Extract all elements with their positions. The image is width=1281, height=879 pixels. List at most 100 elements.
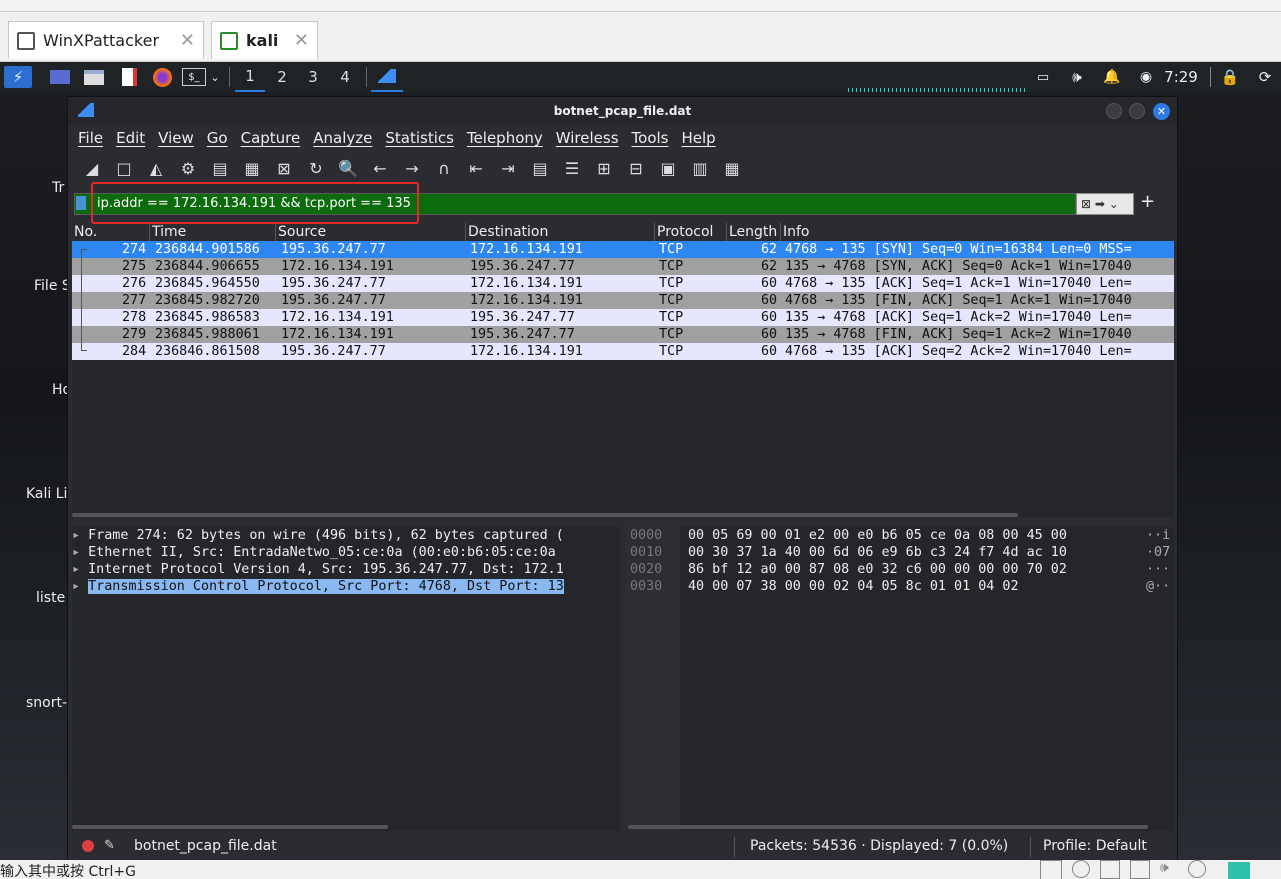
menu-file[interactable]: File bbox=[78, 129, 103, 147]
desktop-icon-listener[interactable]: liste bbox=[36, 590, 65, 606]
detail-frame[interactable]: ▸ Frame 274: 62 bytes on wire (496 bits)… bbox=[72, 527, 620, 544]
desktop-icon-snort[interactable]: snort- bbox=[26, 695, 67, 711]
wireshark-taskbar-icon[interactable] bbox=[371, 62, 403, 92]
byte-ascii[interactable]: @·· bbox=[1146, 578, 1170, 595]
detail-tcp[interactable]: ▸ Transmission Control Protocol, Src Por… bbox=[72, 578, 620, 595]
column-no[interactable]: No. bbox=[72, 223, 150, 241]
menu-go[interactable]: Go bbox=[207, 129, 228, 147]
desktop-icon-filesystem[interactable]: File S bbox=[34, 278, 71, 294]
logout-icon[interactable]: ⟳ bbox=[1255, 66, 1275, 88]
packet-row[interactable]: 275 236844.906655 172.16.134.191 195.36.247… bbox=[72, 258, 1174, 275]
resize-columns-icon[interactable]: ▥ bbox=[688, 156, 712, 180]
last-packet-icon[interactable]: ⇥ bbox=[496, 156, 520, 180]
packet-row[interactable]: 274 236844.901586 195.36.247.77 172.16.134.… bbox=[72, 241, 1174, 258]
bookmark-icon[interactable] bbox=[76, 196, 86, 210]
display-icon[interactable]: ▭ bbox=[1034, 66, 1052, 88]
horizontal-scrollbar[interactable] bbox=[72, 825, 388, 829]
close-icon[interactable]: ✕ bbox=[294, 30, 309, 51]
reload-file-icon[interactable]: ↻ bbox=[304, 156, 328, 180]
network-icon[interactable] bbox=[1100, 860, 1120, 879]
go-to-packet-icon[interactable]: ∩ bbox=[432, 156, 456, 180]
desktop-icon[interactable] bbox=[48, 66, 72, 88]
terminal-icon[interactable]: $_ bbox=[182, 68, 206, 86]
capture-options-icon[interactable]: ⚙ bbox=[176, 156, 200, 180]
pane-splitter[interactable] bbox=[72, 517, 1174, 527]
desktop-icon-trash[interactable]: Tr bbox=[52, 180, 64, 196]
autoscroll-icon[interactable]: ▤ bbox=[528, 156, 552, 180]
menu-analyze[interactable]: Analyze bbox=[313, 129, 372, 147]
first-packet-icon[interactable]: ⇤ bbox=[464, 156, 488, 180]
menu-capture[interactable]: Capture bbox=[241, 129, 301, 147]
menu-telephony[interactable]: Telephony bbox=[467, 129, 543, 147]
kali-menu-icon[interactable]: ⚡ bbox=[4, 66, 32, 88]
printer-icon[interactable] bbox=[1130, 860, 1150, 879]
firefox-icon[interactable] bbox=[150, 66, 174, 88]
edit-comment-icon[interactable]: ✎ bbox=[104, 838, 115, 853]
packet-row[interactable]: 277 236845.982720 195.36.247.77 172.16.134.… bbox=[72, 292, 1174, 309]
column-length[interactable]: Length bbox=[727, 223, 781, 241]
detail-ethernet[interactable]: ▸ Ethernet II, Src: EntradaNetwo_05:ce:0… bbox=[72, 544, 620, 561]
workspace-1[interactable]: 1 bbox=[235, 62, 265, 92]
normal-size-icon[interactable]: ▣ bbox=[656, 156, 680, 180]
zoom-in-icon[interactable]: ⊞ bbox=[592, 156, 616, 180]
go-back-icon[interactable]: ← bbox=[368, 156, 392, 180]
byte-hex[interactable]: 00 05 69 00 01 e2 00 e0 b6 05 ce 0a 08 0… bbox=[688, 527, 1067, 544]
device-icon[interactable] bbox=[1188, 860, 1206, 878]
power-status-icon[interactable]: ◉ bbox=[1137, 66, 1155, 88]
save-file-icon[interactable]: ▦ bbox=[240, 156, 264, 180]
chevron-down-icon[interactable]: ⌄ bbox=[208, 66, 222, 88]
column-time[interactable]: Time bbox=[150, 223, 276, 241]
stop-capture-icon[interactable]: □ bbox=[112, 156, 136, 180]
status-profile[interactable]: Profile: Default bbox=[1043, 838, 1147, 854]
device-icon[interactable] bbox=[1040, 860, 1062, 879]
packet-row[interactable]: 278 236845.986583 172.16.134.191 195.36.247… bbox=[72, 309, 1174, 326]
open-file-icon[interactable]: ▤ bbox=[208, 156, 232, 180]
vm-tab-winxpattacker[interactable]: WinXPattacker ✕ bbox=[8, 21, 204, 59]
detail-ip[interactable]: ▸ Internet Protocol Version 4, Src: 195.… bbox=[72, 561, 620, 578]
minimize-button[interactable] bbox=[1106, 103, 1122, 119]
packet-row[interactable]: 276 236845.964550 195.36.247.77 172.16.134.… bbox=[72, 275, 1174, 292]
clock[interactable]: 7:29 bbox=[1163, 66, 1199, 88]
clear-apply-filter-buttons[interactable]: ⊠ ➡ ⌄ bbox=[1076, 193, 1134, 215]
column-destination[interactable]: Destination bbox=[466, 223, 655, 241]
close-icon[interactable]: ✕ bbox=[180, 30, 195, 51]
packet-row[interactable]: 284 236846.861508 195.36.247.77 172.16.134.… bbox=[72, 343, 1174, 360]
column-protocol[interactable]: Protocol bbox=[655, 223, 727, 241]
vm-status-icon[interactable] bbox=[1228, 862, 1250, 879]
window-titlebar[interactable]: botnet_pcap_file.dat ✕ bbox=[68, 97, 1177, 125]
zoom-out-icon[interactable]: ⊟ bbox=[624, 156, 648, 180]
desktop-icon-kali[interactable]: Kali Li bbox=[26, 486, 67, 502]
byte-ascii[interactable]: ··· bbox=[1146, 561, 1170, 578]
menu-help[interactable]: Help bbox=[681, 129, 715, 147]
menu-statistics[interactable]: Statistics bbox=[385, 129, 454, 147]
menu-wireless[interactable]: Wireless bbox=[556, 129, 619, 147]
column-source[interactable]: Source bbox=[276, 223, 466, 241]
byte-hex[interactable]: 00 30 37 1a 40 00 6d 06 e9 6b c3 24 f7 4… bbox=[688, 544, 1067, 561]
horizontal-scrollbar[interactable] bbox=[628, 825, 1148, 829]
device-icon[interactable] bbox=[1072, 860, 1090, 878]
byte-ascii[interactable]: ·07 bbox=[1146, 544, 1170, 561]
layout-icon[interactable]: ▦ bbox=[720, 156, 744, 180]
go-forward-icon[interactable]: → bbox=[400, 156, 424, 180]
menu-edit[interactable]: Edit bbox=[116, 129, 145, 147]
maximize-button[interactable] bbox=[1129, 103, 1145, 119]
packet-row[interactable]: 279 236845.988061 172.16.134.191 195.36.247… bbox=[72, 326, 1174, 343]
sound-icon[interactable]: 🕪 bbox=[1160, 860, 1169, 876]
workspace-4[interactable]: 4 bbox=[330, 62, 360, 92]
workspace-3[interactable]: 3 bbox=[298, 62, 328, 92]
close-file-icon[interactable]: ⊠ bbox=[272, 156, 296, 180]
add-filter-button[interactable]: + bbox=[1140, 191, 1155, 212]
menu-view[interactable]: View bbox=[158, 129, 194, 147]
workspace-2[interactable]: 2 bbox=[267, 62, 297, 92]
colorize-icon[interactable]: ☰ bbox=[560, 156, 584, 180]
lock-icon[interactable]: 🔒 bbox=[1221, 66, 1240, 88]
capture-status-icon[interactable] bbox=[82, 840, 94, 852]
byte-hex[interactable]: 86 bf 12 a0 00 87 08 e0 32 c6 00 00 00 0… bbox=[688, 561, 1067, 578]
volume-icon[interactable]: 🕪 bbox=[1067, 66, 1087, 88]
byte-hex[interactable]: 40 00 07 38 00 00 02 04 05 8c 01 01 04 0… bbox=[688, 578, 1019, 595]
restart-capture-icon[interactable]: ◭ bbox=[144, 156, 168, 180]
file-manager-icon[interactable] bbox=[82, 66, 106, 88]
column-info[interactable]: Info bbox=[781, 223, 1174, 241]
byte-ascii[interactable]: ··i bbox=[1146, 527, 1170, 544]
start-capture-icon[interactable]: ◢ bbox=[80, 156, 104, 180]
